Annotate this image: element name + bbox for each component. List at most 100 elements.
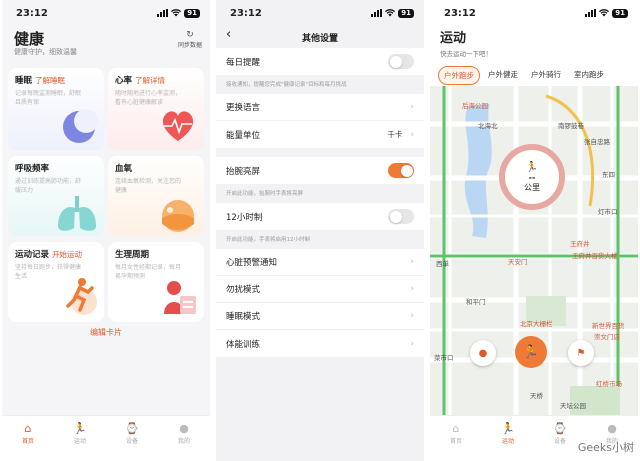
sleep-card[interactable]: 睡眠 了解睡眠 记录每晚监测睡眠，舒眠且质有保: [8, 68, 104, 150]
map-label: 红桥市场: [596, 380, 622, 388]
page-subtitle: 健康守护，细致温馨: [14, 48, 77, 56]
breath-card[interactable]: 呼吸频率 通过训练提高肺功能，舒缓压力: [8, 156, 104, 236]
battery-icon: 91: [184, 8, 200, 18]
settings-screen: 23:12 91 ‹ 其他设置 每日提醒 接收通知，提醒您完成"健康记录"目标和…: [216, 0, 424, 461]
tab-sport[interactable]: 🏃 运动: [488, 422, 528, 461]
lock-icon: ●: [478, 347, 488, 359]
tab-sport-label: 运动: [73, 438, 86, 445]
map-label: 南锣鼓巷: [558, 122, 584, 130]
page-title: 运动: [440, 31, 467, 46]
status-bar: 23:12 91: [2, 0, 210, 26]
distance-unit: 公里: [524, 182, 540, 192]
map-label: 王府井百货大楼: [572, 252, 618, 260]
daily-reminder-label: 每日提醒: [226, 57, 261, 68]
map-label: 天桥: [530, 392, 543, 400]
start-run-button[interactable]: 🏃: [515, 336, 547, 368]
chevron-right-icon: ›: [410, 338, 414, 349]
energy-unit-row[interactable]: 能量单位 千卡 ›: [216, 121, 424, 148]
language-row[interactable]: 更换语言 ›: [216, 94, 424, 121]
raise-wake-row[interactable]: 抬腕亮屏: [216, 157, 424, 184]
sleep-mode-label: 睡眠模式: [226, 312, 261, 322]
tab-mine[interactable]: ● 我的: [164, 422, 204, 461]
lock-button[interactable]: ●: [470, 340, 496, 366]
menstrual-cycle-card[interactable]: 生理周期 每月女性经期记录，每月易孕期预测: [108, 242, 204, 322]
raise-wake-label: 抬腕亮屏: [226, 166, 261, 177]
map-label: 张自忠路: [584, 138, 610, 146]
12h-label: 12小时制: [226, 212, 263, 223]
watch-icon: ⌚: [125, 422, 139, 435]
language-label: 更换语言: [226, 103, 261, 113]
exercise-record-card[interactable]: 运动记录 开始运动 坚持每日跑步，获得健康生活: [8, 242, 104, 322]
dnd-label: 勿扰模式: [226, 285, 261, 295]
tab-outdoor-cycle[interactable]: 户外骑行: [526, 66, 566, 85]
heart-rate-card[interactable]: 心率 了解详情 随时随地进行心率监测，看有心脏健康解读: [108, 68, 204, 150]
heart-rate-card-title: 心率: [115, 76, 133, 86]
map-label: 北海北: [478, 122, 498, 130]
tab-outdoor-run[interactable]: 户外跑步: [438, 66, 480, 85]
raise-wake-toggle[interactable]: [388, 163, 414, 178]
sync-button[interactable]: ↻ 同步数据: [178, 30, 202, 49]
heart-alert-row[interactable]: 心脏预警通知 ›: [216, 249, 424, 276]
tab-home[interactable]: ⌂ 首页: [436, 422, 476, 461]
wifi-icon: [599, 9, 610, 17]
status-bar: 23:12 91: [430, 0, 638, 26]
tab-device-label: 设备: [553, 438, 566, 445]
battery-icon: 91: [398, 8, 414, 18]
moon-icon: [63, 109, 98, 143]
home-icon: ⌂: [24, 422, 32, 435]
signal-icon: [157, 9, 169, 17]
fitness-label: 体能训练: [226, 339, 261, 350]
raise-wake-group: 抬腕亮屏: [216, 157, 424, 184]
clock-format-group: 12小时制: [216, 203, 424, 230]
map-label: 崇文门店: [594, 333, 620, 341]
chevron-right-icon: ›: [410, 284, 414, 294]
sleep-card-link[interactable]: 了解睡眠: [35, 76, 65, 85]
tab-mine-label: 我的: [177, 438, 190, 445]
12h-row[interactable]: 12小时制: [216, 203, 424, 230]
tab-sport[interactable]: 🏃 运动: [60, 422, 100, 461]
breath-card-title: 呼吸频率: [15, 164, 50, 174]
map-label: 菜市口: [434, 354, 454, 362]
status-time: 23:12: [230, 7, 262, 19]
calendar-woman-icon: [164, 281, 196, 314]
energy-unit-label: 能量单位: [226, 130, 261, 141]
menstrual-cycle-card-title: 生理周期: [115, 250, 150, 260]
sport-type-tabs: 户外跑步 户外健走 户外骑行 室内跑步: [438, 66, 609, 85]
raise-wake-note: 开启此功能，抬腕时手表将亮屏: [226, 191, 304, 197]
heart-alert-label: 心脏预警通知: [226, 258, 278, 268]
map-view[interactable]: 后海公园 北海北 南锣鼓巷 张自忠路 东四 灯市口 西单 天安门 王府井 王府井…: [430, 86, 638, 415]
flag-button[interactable]: ⚑: [568, 340, 594, 366]
breath-card-desc: 通过训练提高肺功能，舒缓压力: [15, 178, 82, 194]
exercise-record-card-link[interactable]: 开始运动: [52, 250, 82, 259]
bottom-tab-bar: ⌂ 首页 🏃 运动 ⌚ 设备 ● 我的: [2, 415, 210, 461]
status-time: 23:12: [444, 7, 476, 19]
tab-home-label: 首页: [449, 438, 462, 445]
12h-toggle[interactable]: [388, 209, 414, 224]
tab-outdoor-walk[interactable]: 户外健走: [483, 66, 523, 85]
chevron-right-icon: ›: [410, 311, 414, 321]
watch-icon: ⌚: [553, 422, 567, 435]
heart-rate-card-link[interactable]: 了解详情: [135, 76, 165, 85]
tab-indoor-run[interactable]: 室内跑步: [569, 66, 609, 85]
map-label: 新世界百货: [592, 322, 625, 330]
status-bar: 23:12 91: [216, 0, 424, 26]
edit-cards-button[interactable]: 编辑卡片: [2, 327, 210, 338]
tab-home-label: 首页: [21, 438, 34, 445]
12h-note: 开启此功能，手表将启用12小时制: [226, 237, 310, 243]
fitness-row[interactable]: 体能训练 ›: [216, 330, 424, 357]
dnd-row[interactable]: 勿扰模式 ›: [216, 276, 424, 303]
map-label: 北京大栅栏: [520, 320, 553, 328]
blood-oxygen-card[interactable]: 血氧 连续血氧检测，关注您的健康: [108, 156, 204, 236]
daily-reminder-toggle[interactable]: [388, 54, 414, 69]
wifi-icon: [385, 9, 396, 17]
tab-device[interactable]: ⌚ 设备: [540, 422, 580, 461]
flag-icon: ⚑: [576, 347, 586, 359]
signal-icon: [585, 9, 597, 17]
status-time: 23:12: [16, 7, 48, 19]
signal-icon: [371, 9, 383, 17]
sleep-mode-row[interactable]: 睡眠模式 ›: [216, 303, 424, 330]
tab-device[interactable]: ⌚ 设备: [112, 422, 152, 461]
modes-group: 心脏预警通知 › 勿扰模式 › 睡眠模式 › 体能训练 ›: [216, 249, 424, 357]
daily-reminder-row[interactable]: 每日提醒: [216, 48, 424, 75]
tab-home[interactable]: ⌂ 首页: [8, 422, 48, 461]
